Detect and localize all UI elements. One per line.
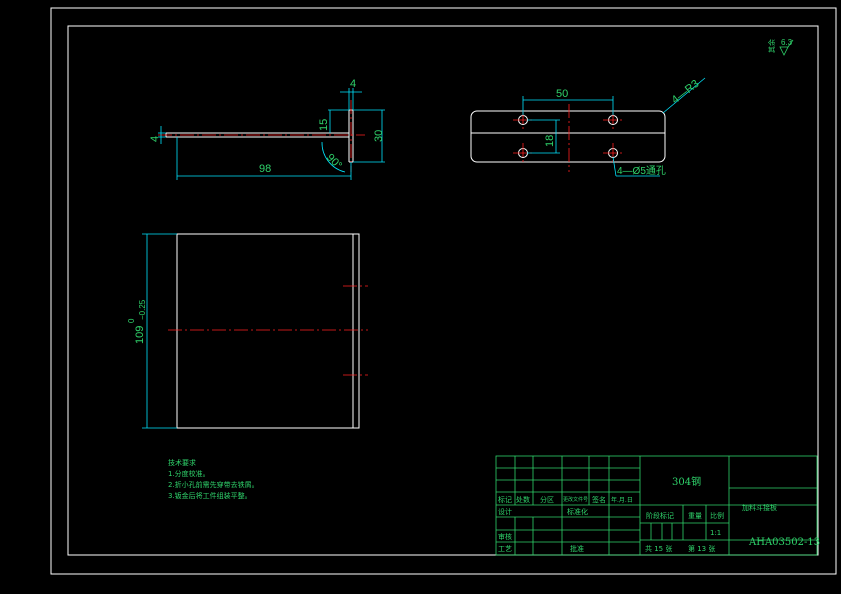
tb-sheet-no: 第 13 张 bbox=[688, 544, 715, 553]
tb-label-weight: 重量 bbox=[688, 512, 702, 520]
outer-border bbox=[50, 7, 837, 575]
dim-hole-spacing: 50 bbox=[556, 88, 568, 100]
tb-part-name: 加料斗接板 bbox=[742, 503, 777, 512]
dim-tol-lower: −0.25 bbox=[138, 299, 147, 320]
tb-label-zone: 分区 bbox=[540, 495, 554, 504]
dim-width: 109 bbox=[134, 326, 146, 344]
tb-label-scale: 比例 bbox=[710, 511, 724, 520]
side-view: 50 18 4—R3 4—Ø5通孔 bbox=[470, 77, 706, 177]
cad-drawing: 其余 6.3 4 30 15 4 98 90° 50 18 4—R3 4—Ø5通… bbox=[50, 7, 837, 575]
tb-label-count: 处数 bbox=[516, 495, 530, 504]
roughness-triangle-icon bbox=[779, 46, 789, 56]
notes-item-1: 1.分度校准。 bbox=[168, 469, 210, 478]
tb-label-process: 工艺 bbox=[498, 545, 512, 553]
front-view: 4 30 15 4 98 90° bbox=[149, 78, 385, 180]
dim-side-height: 15 bbox=[318, 119, 330, 131]
tb-label-date: 年.月.日 bbox=[611, 496, 633, 504]
tb-label-review: 审核 bbox=[498, 532, 512, 541]
title-block: 标记 处数 分区 更改文件号 签名 年.月.日 设计 标准化 审核 工艺 批准 … bbox=[495, 455, 820, 556]
dim-tol-upper: 0 bbox=[127, 318, 136, 323]
tb-label-standardize: 标准化 bbox=[567, 507, 588, 516]
surface-roughness-symbol: 其余 6.3 bbox=[767, 38, 794, 56]
dim-overall-height: 30 bbox=[373, 130, 385, 142]
dim-corner-radius: 4—R3 bbox=[669, 78, 701, 107]
dim-length: 98 bbox=[259, 163, 271, 175]
technical-notes: 技术要求 1.分度校准。 2.折小孔前需先穿带去铁屑。 3.钣金后将工件组装平整… bbox=[168, 458, 259, 500]
tb-label-stage-mark: 阶段标记 bbox=[646, 511, 674, 520]
tb-scale: 1:1 bbox=[710, 529, 721, 537]
roughness-label: 其余 bbox=[767, 39, 776, 53]
notes-heading: 技术要求 bbox=[168, 458, 196, 467]
notes-item-2: 2.折小孔前需先穿带去铁屑。 bbox=[168, 480, 259, 489]
tb-label-mark: 标记 bbox=[498, 495, 512, 504]
dim-hole-callout: 4—Ø5通孔 bbox=[617, 165, 666, 177]
tb-material: 304钢 bbox=[672, 475, 701, 488]
tb-label-approve: 批准 bbox=[570, 544, 584, 553]
tb-sheets-total: 共 15 张 bbox=[645, 544, 672, 553]
dim-hole-vertical: 18 bbox=[544, 135, 556, 147]
tb-label-sign: 签名 bbox=[592, 495, 606, 504]
notes-item-3: 3.钣金后将工件组装平整。 bbox=[168, 491, 252, 500]
tb-label-design: 设计 bbox=[498, 507, 512, 516]
dim-top-thickness: 4 bbox=[350, 78, 356, 90]
plan-view: 109 0 −0.25 bbox=[127, 233, 368, 429]
dim-left-thickness: 4 bbox=[149, 136, 161, 142]
tb-drawing-number: AHA03502-13 bbox=[748, 537, 820, 548]
dim-angle: 90° bbox=[324, 152, 344, 172]
tb-label-change-doc: 更改文件号 bbox=[563, 496, 588, 503]
